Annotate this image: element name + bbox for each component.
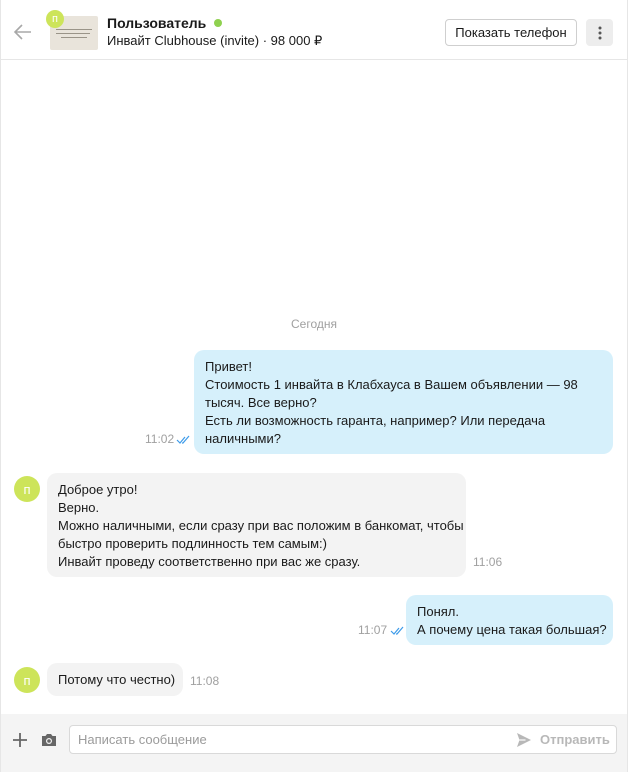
message-text: наличными? (205, 431, 281, 446)
message-text: Привет! (205, 359, 252, 374)
message-time: 11:06 (473, 555, 503, 569)
message-input-container: Отправить (69, 725, 617, 754)
avatar[interactable]: п (14, 476, 40, 502)
message-text: Есть ли возможность гаранта, например? И… (205, 413, 546, 428)
message-text: А почему цена такая большая? (417, 622, 607, 637)
double-check-icon (390, 626, 404, 635)
listing-title[interactable]: Инвайт Clubhouse (invite) · 98 000 ₽ (107, 33, 322, 49)
message-input[interactable] (78, 726, 508, 753)
message-time: 11:02 (145, 432, 175, 446)
send-button[interactable]: Отправить (516, 726, 610, 753)
outgoing-message: Привет! Стоимость 1 инвайта в Клабхауса … (194, 350, 613, 454)
message-text: Понял. (417, 604, 459, 619)
message-text: тысяч. Все верно? (205, 395, 317, 410)
show-phone-button[interactable]: Показать телефон (445, 19, 577, 46)
message-text: Потому что честно) (58, 672, 176, 687)
more-options-icon[interactable] (586, 19, 613, 46)
incoming-message: Доброе утро! Верно. Можно наличными, есл… (47, 473, 466, 577)
message-time: 11:07 (358, 623, 388, 637)
message-text: Можно наличными, если сразу при вас поло… (58, 518, 464, 533)
day-separator: Сегодня (291, 317, 337, 331)
chat-header: п Пользователь Инвайт Clubhouse (invite)… (1, 0, 627, 60)
back-icon[interactable] (11, 20, 35, 44)
message-text: Верно. (58, 500, 100, 515)
avatar[interactable]: п (14, 667, 40, 693)
message-text: Стоимость 1 инвайта в Клабхауса в Вашем … (205, 377, 578, 392)
plus-icon[interactable] (11, 731, 29, 749)
online-status-icon (214, 19, 222, 27)
incoming-message: Потому что честно) (47, 663, 183, 696)
chat-window: п Пользователь Инвайт Clubhouse (invite)… (0, 0, 628, 772)
user-name[interactable]: Пользователь (107, 15, 206, 31)
send-label: Отправить (540, 732, 610, 747)
avatar: п (46, 10, 64, 28)
double-check-icon (176, 435, 190, 444)
message-time: 11:08 (190, 674, 220, 688)
camera-icon[interactable] (40, 731, 58, 749)
paper-plane-icon (517, 732, 531, 747)
message-text: Доброе утро! (58, 482, 138, 497)
message-text: быстро проверить подлинность тем самым:) (58, 536, 327, 551)
message-text: Инвайт проведу соответственно при вас же… (58, 554, 361, 569)
outgoing-message: Понял. А почему цена такая большая? (406, 595, 613, 645)
